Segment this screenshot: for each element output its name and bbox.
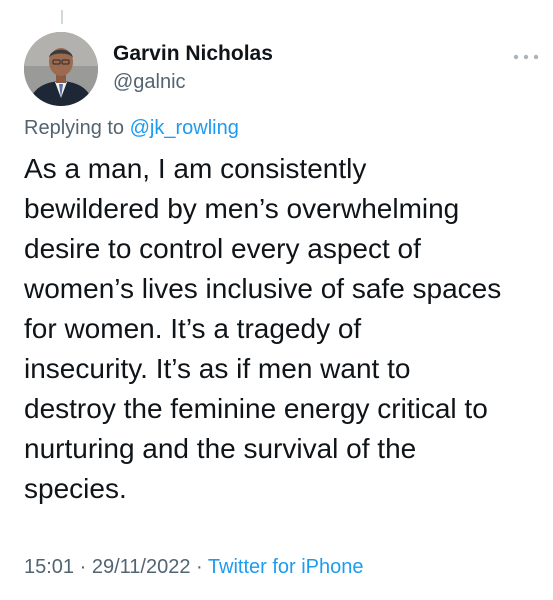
tweet-source-link[interactable]: Twitter for iPhone [208,556,364,578]
avatar[interactable] [24,32,98,106]
thread-connector-line [61,10,63,24]
tweet-text-line: desire to control every aspect of [24,233,421,264]
tweet-metadata: 15:01 · 29/11/2022 · Twitter for iPhone [24,556,364,579]
author-name[interactable]: Garvin Nicholas [113,42,273,66]
reply-mention-link[interactable]: @jk_rowling [130,117,239,139]
tweet-text-line: destroy the feminine energy critical to [24,393,488,424]
tweet-text-line: species. [24,473,127,504]
tweet-text-line: As a man, I am consistently [24,153,367,184]
replying-to-label: Replying to [24,117,130,139]
tweet-text: As a man, I am consistently bewildered b… [24,149,549,509]
tweet-time[interactable]: 15:01 [24,556,74,578]
more-options-icon[interactable] [511,50,541,64]
meta-separator: · [74,556,92,578]
tweet-text-line: nurturing and the survival of the [24,433,417,464]
tweet-date[interactable]: 29/11/2022 [92,556,191,578]
tweet-text-line: bewildered by men’s overwhelming [24,193,460,224]
profile-photo-icon [24,32,98,106]
tweet-text-line: women’s lives inclusive of safe spaces [24,273,502,304]
tweet-text-line: for women. It’s a tragedy of [24,313,362,344]
tweet-text-line: insecurity. It’s as if men want to [24,353,411,384]
author-handle[interactable]: @galnic [113,71,186,94]
replying-to-line: Replying to @jk_rowling [24,117,239,140]
meta-separator: · [190,556,208,578]
